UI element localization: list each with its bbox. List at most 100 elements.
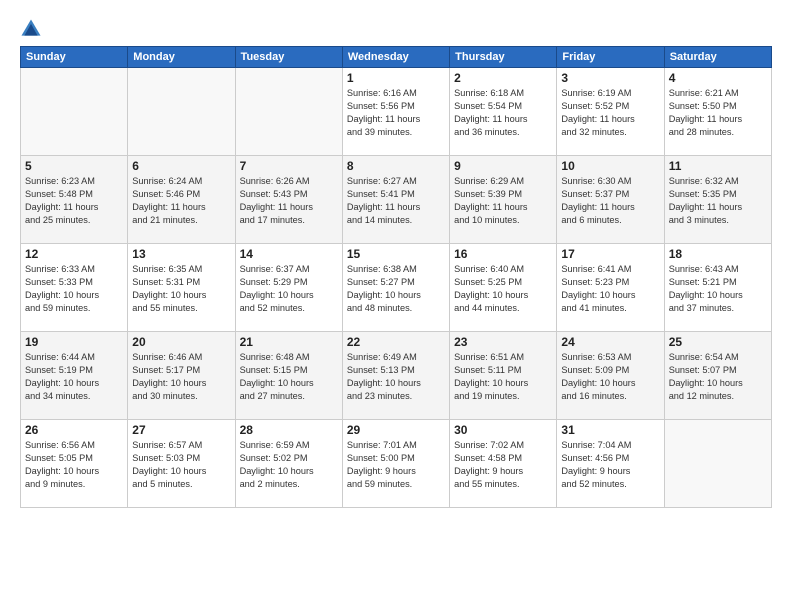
day-info: Sunrise: 6:51 AM Sunset: 5:11 PM Dayligh… <box>454 351 552 403</box>
day-number: 24 <box>561 335 659 349</box>
day-number: 14 <box>240 247 338 261</box>
day-number: 22 <box>347 335 445 349</box>
day-info: Sunrise: 6:32 AM Sunset: 5:35 PM Dayligh… <box>669 175 767 227</box>
calendar-cell: 29 Sunrise: 7:01 AM Sunset: 5:00 PM Dayli… <box>342 420 449 508</box>
day-number: 21 <box>240 335 338 349</box>
day-info: Sunrise: 6:19 AM Sunset: 5:52 PM Dayligh… <box>561 87 659 139</box>
calendar-cell: 30 Sunrise: 7:02 AM Sunset: 4:58 PM Dayli… <box>450 420 557 508</box>
weekday-header: Tuesday <box>235 47 342 68</box>
calendar-cell: 24 Sunrise: 6:53 AM Sunset: 5:09 PM Dayli… <box>557 332 664 420</box>
day-number: 1 <box>347 71 445 85</box>
calendar-cell: 7Sunrise: 6:26 AM Sunset: 5:43 PM Daylig… <box>235 156 342 244</box>
calendar-cell: 9Sunrise: 6:29 AM Sunset: 5:39 PM Daylig… <box>450 156 557 244</box>
day-info: Sunrise: 6:29 AM Sunset: 5:39 PM Dayligh… <box>454 175 552 227</box>
calendar-cell: 14Sunrise: 6:37 AM Sunset: 5:29 PM Dayli… <box>235 244 342 332</box>
calendar-cell: 17Sunrise: 6:41 AM Sunset: 5:23 PM Dayli… <box>557 244 664 332</box>
calendar-cell: 18Sunrise: 6:43 AM Sunset: 5:21 PM Dayli… <box>664 244 771 332</box>
day-info: Sunrise: 6:33 AM Sunset: 5:33 PM Dayligh… <box>25 263 123 315</box>
day-info: Sunrise: 6:49 AM Sunset: 5:13 PM Dayligh… <box>347 351 445 403</box>
day-info: Sunrise: 6:35 AM Sunset: 5:31 PM Dayligh… <box>132 263 230 315</box>
day-number: 6 <box>132 159 230 173</box>
day-number: 27 <box>132 423 230 437</box>
day-number: 10 <box>561 159 659 173</box>
day-info: Sunrise: 6:56 AM Sunset: 5:05 PM Dayligh… <box>25 439 123 491</box>
weekday-header: Saturday <box>664 47 771 68</box>
day-number: 30 <box>454 423 552 437</box>
calendar-cell <box>21 68 128 156</box>
page: SundayMondayTuesdayWednesdayThursdayFrid… <box>0 0 792 612</box>
day-number: 12 <box>25 247 123 261</box>
calendar-week-row: 12 Sunrise: 6:33 AM Sunset: 5:33 PM Dayli… <box>21 244 772 332</box>
day-info: Sunrise: 7:01 AM Sunset: 5:00 PM Dayligh… <box>347 439 445 491</box>
day-info: Sunrise: 6:18 AM Sunset: 5:54 PM Dayligh… <box>454 87 552 139</box>
day-number: 11 <box>669 159 767 173</box>
day-number: 17 <box>561 247 659 261</box>
calendar-cell: 11 Sunrise: 6:32 AM Sunset: 5:35 PM Dayli… <box>664 156 771 244</box>
calendar-cell: 2Sunrise: 6:18 AM Sunset: 5:54 PM Daylig… <box>450 68 557 156</box>
day-info: Sunrise: 6:21 AM Sunset: 5:50 PM Dayligh… <box>669 87 767 139</box>
day-number: 3 <box>561 71 659 85</box>
calendar-cell: 22 Sunrise: 6:49 AM Sunset: 5:13 PM Dayli… <box>342 332 449 420</box>
day-info: Sunrise: 6:57 AM Sunset: 5:03 PM Dayligh… <box>132 439 230 491</box>
calendar-cell: 26Sunrise: 6:56 AM Sunset: 5:05 PM Dayli… <box>21 420 128 508</box>
day-number: 13 <box>132 247 230 261</box>
calendar-cell: 23 Sunrise: 6:51 AM Sunset: 5:11 PM Dayli… <box>450 332 557 420</box>
calendar-cell: 1 Sunrise: 6:16 AM Sunset: 5:56 PM Daylig… <box>342 68 449 156</box>
day-number: 4 <box>669 71 767 85</box>
calendar-cell: 10 Sunrise: 6:30 AM Sunset: 5:37 PM Dayli… <box>557 156 664 244</box>
logo <box>20 18 46 40</box>
day-number: 8 <box>347 159 445 173</box>
day-number: 18 <box>669 247 767 261</box>
day-number: 25 <box>669 335 767 349</box>
day-info: Sunrise: 6:48 AM Sunset: 5:15 PM Dayligh… <box>240 351 338 403</box>
calendar-cell: 13 Sunrise: 6:35 AM Sunset: 5:31 PM Dayli… <box>128 244 235 332</box>
day-number: 31 <box>561 423 659 437</box>
header <box>20 18 772 40</box>
weekday-header: Friday <box>557 47 664 68</box>
day-number: 5 <box>25 159 123 173</box>
weekday-header: Sunday <box>21 47 128 68</box>
day-info: Sunrise: 6:16 AM Sunset: 5:56 PM Dayligh… <box>347 87 445 139</box>
day-info: Sunrise: 6:38 AM Sunset: 5:27 PM Dayligh… <box>347 263 445 315</box>
calendar-cell: 12 Sunrise: 6:33 AM Sunset: 5:33 PM Dayli… <box>21 244 128 332</box>
day-info: Sunrise: 6:59 AM Sunset: 5:02 PM Dayligh… <box>240 439 338 491</box>
calendar-cell: 31 Sunrise: 7:04 AM Sunset: 4:56 PM Dayli… <box>557 420 664 508</box>
calendar-week-row: 26Sunrise: 6:56 AM Sunset: 5:05 PM Dayli… <box>21 420 772 508</box>
day-info: Sunrise: 6:53 AM Sunset: 5:09 PM Dayligh… <box>561 351 659 403</box>
day-info: Sunrise: 6:46 AM Sunset: 5:17 PM Dayligh… <box>132 351 230 403</box>
day-number: 16 <box>454 247 552 261</box>
day-info: Sunrise: 6:23 AM Sunset: 5:48 PM Dayligh… <box>25 175 123 227</box>
calendar-cell <box>664 420 771 508</box>
day-info: Sunrise: 6:44 AM Sunset: 5:19 PM Dayligh… <box>25 351 123 403</box>
day-info: Sunrise: 6:27 AM Sunset: 5:41 PM Dayligh… <box>347 175 445 227</box>
day-info: Sunrise: 6:30 AM Sunset: 5:37 PM Dayligh… <box>561 175 659 227</box>
day-info: Sunrise: 7:02 AM Sunset: 4:58 PM Dayligh… <box>454 439 552 491</box>
calendar-cell: 27 Sunrise: 6:57 AM Sunset: 5:03 PM Dayli… <box>128 420 235 508</box>
day-number: 23 <box>454 335 552 349</box>
day-info: Sunrise: 6:26 AM Sunset: 5:43 PM Dayligh… <box>240 175 338 227</box>
calendar-cell: 19 Sunrise: 6:44 AM Sunset: 5:19 PM Dayli… <box>21 332 128 420</box>
calendar-cell: 3 Sunrise: 6:19 AM Sunset: 5:52 PM Daylig… <box>557 68 664 156</box>
calendar-cell: 28 Sunrise: 6:59 AM Sunset: 5:02 PM Dayli… <box>235 420 342 508</box>
day-number: 29 <box>347 423 445 437</box>
calendar: SundayMondayTuesdayWednesdayThursdayFrid… <box>20 46 772 508</box>
calendar-cell: 6Sunrise: 6:24 AM Sunset: 5:46 PM Daylig… <box>128 156 235 244</box>
calendar-week-row: 19 Sunrise: 6:44 AM Sunset: 5:19 PM Dayli… <box>21 332 772 420</box>
calendar-cell: 20Sunrise: 6:46 AM Sunset: 5:17 PM Dayli… <box>128 332 235 420</box>
weekday-header: Monday <box>128 47 235 68</box>
day-info: Sunrise: 7:04 AM Sunset: 4:56 PM Dayligh… <box>561 439 659 491</box>
logo-icon <box>20 18 42 40</box>
day-number: 15 <box>347 247 445 261</box>
calendar-cell <box>128 68 235 156</box>
calendar-cell: 4 Sunrise: 6:21 AM Sunset: 5:50 PM Daylig… <box>664 68 771 156</box>
day-info: Sunrise: 6:40 AM Sunset: 5:25 PM Dayligh… <box>454 263 552 315</box>
day-number: 28 <box>240 423 338 437</box>
day-info: Sunrise: 6:54 AM Sunset: 5:07 PM Dayligh… <box>669 351 767 403</box>
calendar-cell: 8 Sunrise: 6:27 AM Sunset: 5:41 PM Daylig… <box>342 156 449 244</box>
calendar-cell: 25 Sunrise: 6:54 AM Sunset: 5:07 PM Dayli… <box>664 332 771 420</box>
calendar-cell: 16 Sunrise: 6:40 AM Sunset: 5:25 PM Dayli… <box>450 244 557 332</box>
calendar-cell: 21 Sunrise: 6:48 AM Sunset: 5:15 PM Dayli… <box>235 332 342 420</box>
calendar-cell <box>235 68 342 156</box>
day-number: 19 <box>25 335 123 349</box>
calendar-cell: 15 Sunrise: 6:38 AM Sunset: 5:27 PM Dayli… <box>342 244 449 332</box>
